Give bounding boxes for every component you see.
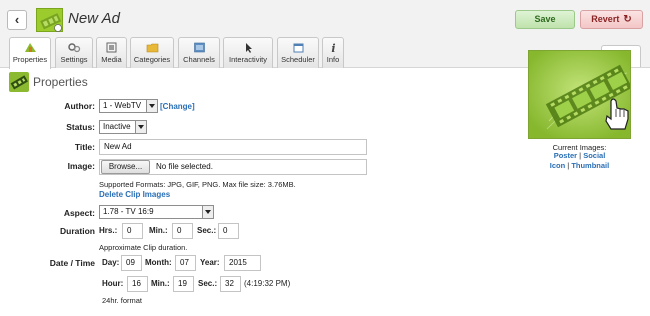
revert-button[interactable]: Revert ↻: [580, 10, 643, 29]
chevron-left-icon: ‹: [14, 12, 20, 27]
format-note: 24hr. format: [102, 296, 143, 305]
author-select[interactable]: 1 - WebTV: [99, 99, 158, 113]
social-link[interactable]: Social: [583, 151, 605, 160]
tab-label: Settings: [60, 55, 88, 64]
hours-label: Hrs.:: [99, 226, 118, 235]
browse-button[interactable]: Browse...: [101, 160, 150, 174]
title-input[interactable]: New Ad: [99, 139, 367, 155]
properties-icon: [24, 43, 36, 52]
supported-formats-note: Supported Formats: JPG, GIF, PNG. Max fi…: [99, 180, 296, 189]
duration-hours-input[interactable]: 0: [122, 223, 143, 239]
year-label: Year:: [200, 258, 220, 267]
month-input[interactable]: 07: [175, 255, 196, 271]
hour-input[interactable]: 16: [127, 276, 148, 292]
image-label: Image:: [67, 161, 95, 171]
current-image-preview[interactable]: [528, 50, 631, 139]
tab-label: Interactivity: [229, 55, 267, 64]
tab-label: Properties: [12, 55, 48, 64]
status-select[interactable]: Inactive: [99, 120, 147, 134]
save-button[interactable]: Save: [515, 10, 575, 29]
duration-minutes-input[interactable]: 0: [172, 223, 193, 239]
current-images-links: Poster | Social Icon | Thumbnail: [528, 151, 631, 171]
time-minutes-label: Min.:: [151, 279, 170, 288]
no-file-text: No file selected.: [156, 162, 213, 171]
date-time-label: Date / Time: [49, 258, 95, 268]
properties-film-icon: [9, 72, 29, 92]
tab-settings[interactable]: Settings: [55, 37, 93, 68]
categories-icon: [146, 43, 158, 53]
title-label: Title:: [74, 142, 95, 152]
tab-scheduler[interactable]: Scheduler: [277, 37, 319, 68]
tab-label: Media: [101, 55, 122, 64]
day-input[interactable]: 09: [121, 255, 142, 271]
tab-label: Channels: [183, 55, 215, 64]
refresh-icon: ↻: [623, 14, 632, 25]
thumbnail-link[interactable]: Thumbnail: [571, 161, 609, 170]
day-label: Day:: [102, 258, 120, 267]
ad-thumbnail-icon: [36, 8, 63, 32]
tab-categories[interactable]: Categories: [130, 37, 174, 68]
section-title: Properties: [33, 75, 88, 89]
tab-label: Categories: [133, 55, 171, 64]
info-icon: i: [331, 42, 335, 53]
media-icon: [106, 42, 117, 53]
tab-label: Info: [326, 55, 340, 64]
tab-properties[interactable]: Properties: [9, 37, 51, 69]
calendar-icon: [293, 43, 303, 53]
separator: |: [579, 151, 582, 160]
seconds-label: Sec.:: [197, 226, 217, 235]
time-seconds-label: Sec.:: [198, 279, 218, 288]
duration-seconds-input[interactable]: 0: [218, 223, 239, 239]
chevron-down-icon: [146, 100, 157, 112]
back-button[interactable]: ‹: [7, 10, 27, 30]
status-value: Inactive: [103, 122, 131, 131]
aspect-select[interactable]: 1.78 - TV 16:9: [99, 205, 214, 219]
aspect-value: 1.78 - TV 16:9: [103, 207, 154, 216]
time-minutes-input[interactable]: 19: [173, 276, 194, 292]
author-value: 1 - WebTV: [103, 101, 142, 110]
month-label: Month:: [145, 258, 172, 267]
change-author-link[interactable]: [Change]: [160, 102, 195, 111]
poster-link[interactable]: Poster: [554, 151, 577, 160]
tab-label: Scheduler: [281, 55, 315, 64]
tab-channels[interactable]: Channels: [178, 37, 220, 68]
tab-info[interactable]: i Info: [322, 37, 344, 68]
settings-icon: [67, 43, 80, 53]
minutes-label: Min.:: [149, 226, 168, 235]
duration-note: Approximate Clip duration.: [99, 243, 188, 252]
chevron-down-icon: [135, 121, 146, 133]
tab-media[interactable]: Media: [96, 37, 127, 68]
revert-label: Revert: [591, 14, 620, 24]
icon-link[interactable]: Icon: [550, 161, 565, 170]
duration-label: Duration: [60, 226, 95, 236]
year-input[interactable]: 2015: [224, 255, 261, 271]
film-strip-image-icon: [529, 51, 630, 138]
status-label: Status:: [66, 122, 95, 132]
delete-clip-images-link[interactable]: Delete Clip Images: [99, 190, 170, 199]
cursor-icon: [245, 43, 252, 53]
tab-interactivity[interactable]: Interactivity: [223, 37, 273, 68]
channels-icon: [193, 42, 205, 53]
time-display: (4:19:32 PM): [244, 279, 291, 288]
time-seconds-input[interactable]: 32: [220, 276, 241, 292]
author-label: Author:: [64, 101, 95, 111]
hour-label: Hour:: [102, 279, 124, 288]
separator: |: [567, 161, 570, 170]
chevron-down-icon: [202, 206, 213, 218]
svg-text:i: i: [331, 42, 335, 53]
aspect-label: Aspect:: [63, 208, 95, 218]
page-title: New Ad: [68, 10, 120, 27]
